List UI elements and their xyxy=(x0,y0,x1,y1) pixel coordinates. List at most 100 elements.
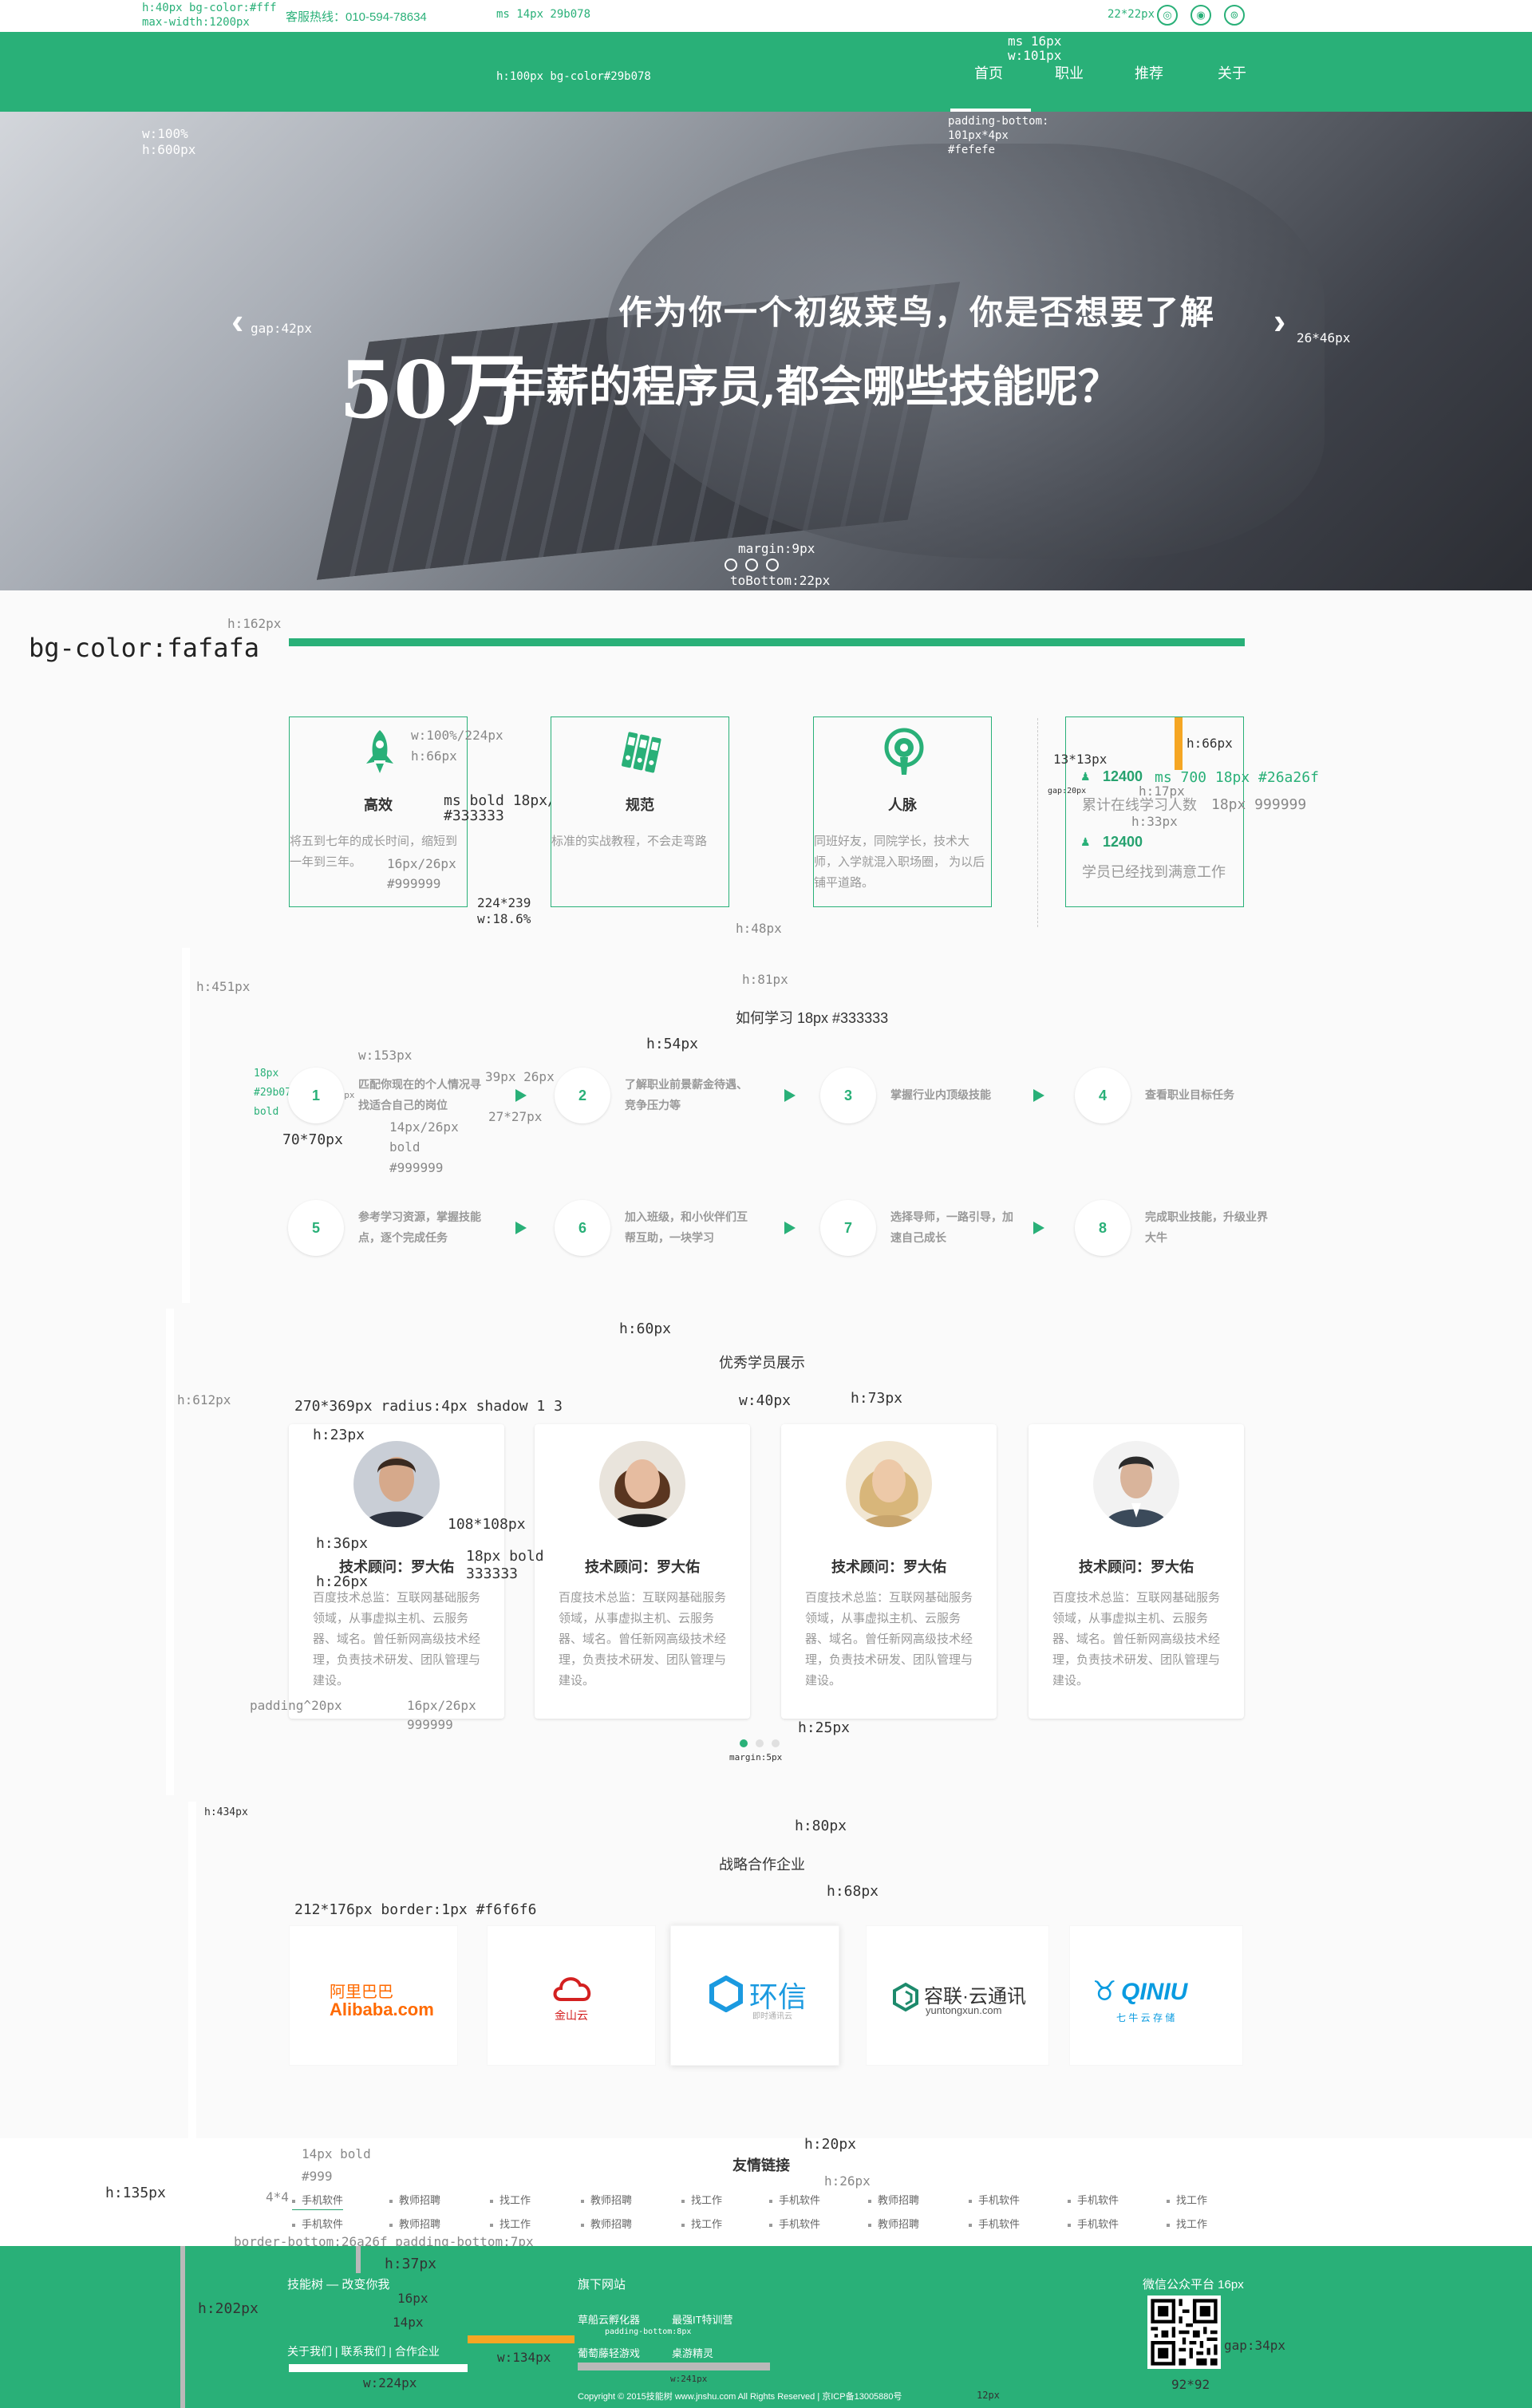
huanxin-sub: 即时通讯云 xyxy=(752,2012,792,2021)
slide-dot[interactable] xyxy=(766,559,779,571)
partner-logo-ronglian[interactable]: 容联·云通讯 yuntongxun.com xyxy=(866,1925,1049,2066)
annotation: 27*27px xyxy=(488,1109,543,1124)
annotation: gap:20px xyxy=(1048,787,1087,795)
annotation: w:101px xyxy=(1008,48,1062,63)
friend-link[interactable]: 手机软件 xyxy=(1068,2216,1119,2231)
annotation: margin:5px xyxy=(729,1752,783,1763)
friend-link[interactable]: 手机软件 xyxy=(969,2216,1020,2231)
friend-link[interactable]: 找工作 xyxy=(681,2216,722,2231)
friend-link[interactable]: 手机软件 xyxy=(969,2192,1020,2207)
partner-logo-kingsoft[interactable]: 金山云 xyxy=(487,1925,656,2066)
annotation: padding-bottom:8px xyxy=(605,2327,692,2336)
avatar xyxy=(599,1441,685,1527)
student-name: 技术顾问：罗大佑 xyxy=(1079,1559,1194,1575)
friend-link[interactable]: 手机软件 xyxy=(1068,2192,1119,2207)
friend-link[interactable]: 手机软件 xyxy=(769,2216,820,2231)
hero-banner: padding-bottom: 101px*4px #fefefe w:100%… xyxy=(0,112,1532,590)
partner-logo-huanxin[interactable]: 环信 即时通讯云 xyxy=(670,1925,839,2066)
friend-link[interactable]: 教师招聘 xyxy=(581,2216,632,2231)
nav-item-recommend[interactable]: 推荐 xyxy=(1135,62,1163,83)
friend-link[interactable]: 找工作 xyxy=(1167,2192,1207,2207)
qq-icon[interactable]: ◉ xyxy=(1190,5,1211,26)
arrow-right-icon xyxy=(1033,1089,1044,1102)
footer-site-link[interactable]: 最强IT特训营 xyxy=(672,2311,733,2327)
friend-link[interactable]: 教师招聘 xyxy=(389,2192,440,2207)
friend-link[interactable]: 教师招聘 xyxy=(389,2216,440,2231)
annotation: h:36px xyxy=(316,1535,369,1552)
annotation: h:17px xyxy=(1139,784,1185,799)
step-circle: 7 xyxy=(820,1200,876,1256)
annotation: 14px bold xyxy=(302,2146,371,2161)
section-title: 如何学习 18px #333333 xyxy=(736,1010,889,1026)
nav-item-home[interactable]: 首页 xyxy=(974,62,1003,83)
student-card: 技术顾问：罗大佑 百度技术总监：互联网基础服务领域，从事虚拟主机、云服务器、域名… xyxy=(1029,1424,1244,1719)
arrow-right-icon xyxy=(784,1222,796,1234)
step-circle: 6 xyxy=(555,1200,610,1256)
annotation: h:66px xyxy=(1187,736,1233,751)
annotation: h:23px xyxy=(313,1427,365,1443)
feature-title: 人脉 xyxy=(888,797,917,813)
qiniu-text: QINIU xyxy=(1121,1979,1188,2005)
slide-dot[interactable] xyxy=(745,559,758,571)
friend-link[interactable]: 手机软件 xyxy=(292,2192,344,2210)
partner-logo-alibaba[interactable]: 阿里巴巴 Alibaba.com xyxy=(289,1925,458,2066)
nav-item-about[interactable]: 关于 xyxy=(1218,62,1246,83)
prev-slide-arrow[interactable]: ‹ xyxy=(231,299,243,342)
annotation: 4*4 xyxy=(266,2189,289,2205)
carousel-dot-active[interactable] xyxy=(740,1739,748,1747)
annotation: h:81px xyxy=(742,972,788,987)
footer: h:37px h:202px 技能树 — 改变你我 16px 14px 关于我们… xyxy=(0,2246,1532,2408)
friend-link[interactable]: 找工作 xyxy=(490,2192,531,2207)
arrow-right-icon xyxy=(515,1089,527,1102)
weibo-icon[interactable]: ◎ xyxy=(1157,5,1178,26)
friend-link[interactable]: 手机软件 xyxy=(292,2216,343,2231)
annotation: 12px xyxy=(977,2390,1000,2401)
partner-logo-qiniu[interactable]: ♉ QINIU 七 牛 云 存 储 xyxy=(1069,1925,1243,2066)
step-circle: 8 xyxy=(1075,1200,1131,1256)
step-text: 掌握行业内顶级技能 xyxy=(890,1088,991,1101)
friend-link[interactable]: 找工作 xyxy=(681,2192,722,2207)
footer-site-link[interactable]: 草船云孵化器 xyxy=(578,2311,640,2327)
footer-site-link[interactable]: 葡萄藤轻游戏 xyxy=(578,2345,640,2360)
carousel-dot[interactable] xyxy=(756,1739,764,1747)
section-title: 友情链接 xyxy=(732,2157,790,2173)
alibaba-en-text: Alibaba.com xyxy=(330,1999,434,2019)
footer-site-link[interactable]: 桌游精灵 xyxy=(672,2345,713,2360)
annotation: h:20px xyxy=(804,2136,857,2153)
friend-link[interactable]: 找工作 xyxy=(1167,2216,1207,2231)
width-marker xyxy=(289,2364,468,2372)
friend-link[interactable]: 找工作 xyxy=(490,2216,531,2231)
annotation: 70*70px xyxy=(282,1131,343,1148)
slide-dot[interactable] xyxy=(725,559,737,571)
annotation: h:73px xyxy=(851,1390,903,1407)
annotation: padding-bottom: xyxy=(948,115,1049,128)
friend-link[interactable]: 教师招聘 xyxy=(581,2192,632,2207)
annotation: 16px/26px xyxy=(407,1698,476,1713)
friend-link[interactable]: 手机软件 xyxy=(769,2192,820,2207)
annotation: w:100% xyxy=(142,126,188,141)
annotation: 14px xyxy=(393,2315,424,2330)
wechat-icon[interactable]: ⊚ xyxy=(1224,5,1245,26)
annotation: #999999 xyxy=(387,876,441,891)
user-icon: ♟ xyxy=(1080,835,1091,848)
stats-marker xyxy=(1175,717,1183,770)
nav-item-career[interactable]: 职业 xyxy=(1055,62,1084,83)
carousel-dot[interactable] xyxy=(772,1739,780,1747)
friend-link[interactable]: 教师招聘 xyxy=(868,2192,919,2207)
annotation: 101px*4px xyxy=(948,129,1009,142)
annotation: h:600px xyxy=(142,142,196,157)
friend-link[interactable]: 教师招聘 xyxy=(868,2216,919,2231)
annotation: h:26px xyxy=(316,1573,369,1590)
step-text: 加入班级，和小伙伴们互帮互助，一块学习 xyxy=(625,1210,748,1244)
next-slide-arrow[interactable]: › xyxy=(1273,299,1285,342)
annotation: h:37px xyxy=(385,2256,437,2272)
annotation: h:40px bg-color:#fff xyxy=(142,2,277,14)
section-title: 战略合作企业 xyxy=(719,1857,805,1873)
annotation: 26*46px xyxy=(1297,330,1351,345)
annotation: h:25px xyxy=(798,1719,851,1736)
section-title: 优秀学员展示 xyxy=(719,1355,805,1371)
footer-about-links[interactable]: 关于我们 | 联系我们 | 合作企业 xyxy=(287,2343,440,2359)
annotation: 18px 999999 xyxy=(1211,796,1307,813)
annotation: ms 16px xyxy=(1008,34,1062,49)
stats-number: 12400 xyxy=(1103,834,1143,850)
